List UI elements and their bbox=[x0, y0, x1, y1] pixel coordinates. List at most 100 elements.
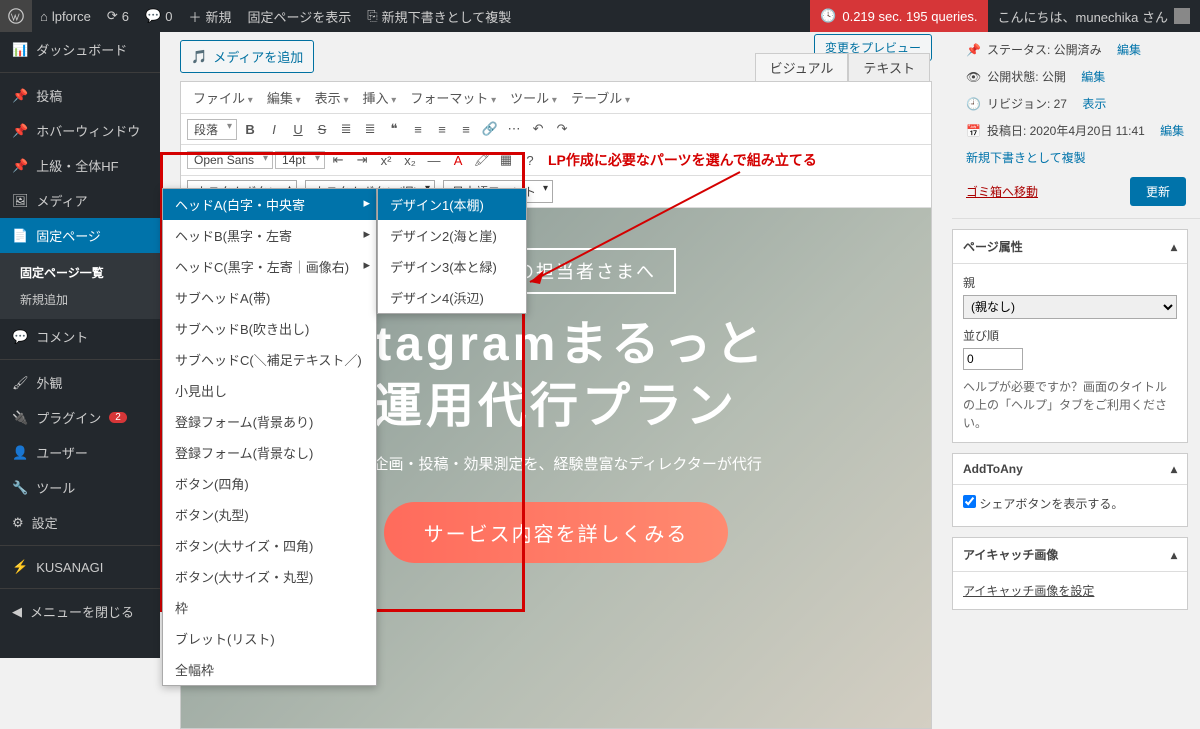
sidebar-sub-page-list[interactable]: 固定ページ一覧 bbox=[14, 259, 160, 286]
format-select[interactable]: 段落 bbox=[187, 119, 237, 140]
sidebar-item-hover[interactable]: 📌 ホバーウィンドウ bbox=[0, 113, 160, 148]
plugin-update-badge: 2 bbox=[109, 412, 127, 423]
visibility-edit-link[interactable]: 編集 bbox=[1081, 68, 1105, 85]
trash-link[interactable]: ゴミ箱へ移動 bbox=[966, 183, 1038, 200]
share-checkbox[interactable] bbox=[963, 495, 976, 508]
menu-format[interactable]: フォーマット bbox=[404, 86, 502, 109]
sidebar-item-comments[interactable]: 💬 コメント bbox=[0, 319, 160, 354]
align-left-button[interactable]: ≡ bbox=[407, 118, 429, 140]
sidebar-item-tools[interactable]: 🔧 ツール bbox=[0, 470, 160, 505]
query-monitor[interactable]: 🕓 0.219 sec. 195 queries. bbox=[810, 0, 987, 32]
menu-item[interactable]: 登録フォーム(背景なし) bbox=[163, 437, 376, 468]
bullist-button[interactable]: ≣ bbox=[335, 118, 357, 140]
sidebar-item-users[interactable]: 👤 ユーザー bbox=[0, 435, 160, 470]
sidebar-item-plugins[interactable]: 🔌 プラグイン 2 bbox=[0, 400, 160, 435]
view-page[interactable]: 固定ページを表示 bbox=[239, 0, 359, 32]
tab-text[interactable]: テキスト bbox=[848, 53, 930, 82]
howdy[interactable]: こんにちは、munechika さん bbox=[988, 7, 1200, 26]
submenu-item[interactable]: デザイン2(海と崖) bbox=[378, 220, 526, 251]
hero-cta[interactable]: サービス内容を詳しくみる bbox=[384, 502, 729, 563]
sidebar-item-pages[interactable]: 📄 固定ページ bbox=[0, 218, 160, 253]
menu-edit[interactable]: 編集 bbox=[261, 86, 307, 109]
page-attributes-toggle[interactable]: ページ属性▴ bbox=[953, 230, 1187, 264]
numlist-button[interactable]: ≣ bbox=[359, 118, 381, 140]
menu-item[interactable]: ボタン(丸型) bbox=[163, 499, 376, 530]
custom-button-menu: ヘッドA(白字・中央寄ヘッドB(黒字・左寄ヘッドC(黒字・左寄｜画像右)サブヘッ… bbox=[162, 188, 377, 686]
menu-item[interactable]: ボタン(四角) bbox=[163, 468, 376, 499]
revisions-link[interactable]: 表示 bbox=[1082, 95, 1106, 112]
sidebar-sub-page-new[interactable]: 新規追加 bbox=[14, 286, 160, 313]
menu-item[interactable]: ヘッドB(黒字・左寄 bbox=[163, 220, 376, 251]
menu-order-input[interactable] bbox=[963, 348, 1023, 370]
undo-button[interactable]: ↶ bbox=[527, 118, 549, 140]
sidebar-item-media[interactable]: 🖼 メディア bbox=[0, 183, 160, 218]
menu-item[interactable]: ヘッドC(黒字・左寄｜画像右) bbox=[163, 251, 376, 282]
sidebar-item-dashboard[interactable]: 📊 ダッシュボード bbox=[0, 32, 160, 67]
submenu-item[interactable]: デザイン4(浜辺) bbox=[378, 282, 526, 313]
strike-button[interactable]: S bbox=[311, 118, 333, 140]
menu-item[interactable]: 登録フォーム(背景あり) bbox=[163, 406, 376, 437]
menu-item[interactable]: 小見出し bbox=[163, 375, 376, 406]
date-edit-link[interactable]: 編集 bbox=[1160, 122, 1184, 139]
featured-image-toggle[interactable]: アイキャッチ画像▴ bbox=[953, 538, 1187, 572]
superscript-button[interactable]: x² bbox=[375, 149, 397, 171]
sidebar-item-kusanagi[interactable]: ⚡ KUSANAGI bbox=[0, 551, 160, 583]
submenu-item[interactable]: デザイン3(本と緑) bbox=[378, 251, 526, 282]
new-content[interactable]: ＋ 新規 bbox=[180, 0, 239, 32]
align-center-button[interactable]: ≡ bbox=[431, 118, 453, 140]
quote-button[interactable]: ❝ bbox=[383, 118, 405, 140]
forecolor-button[interactable]: A bbox=[447, 149, 469, 171]
menu-item[interactable]: 全幅枠 bbox=[163, 654, 376, 685]
menu-tools[interactable]: ツール bbox=[504, 86, 563, 109]
hr-button[interactable]: — bbox=[423, 149, 445, 171]
site-name[interactable]: ⌂ lpforce bbox=[32, 0, 99, 32]
menu-item[interactable]: 枠 bbox=[163, 592, 376, 623]
redo-button[interactable]: ↷ bbox=[551, 118, 573, 140]
comments-count[interactable]: 💬 0 bbox=[137, 0, 180, 32]
menu-insert[interactable]: 挿入 bbox=[356, 86, 402, 109]
align-right-button[interactable]: ≡ bbox=[455, 118, 477, 140]
bold-button[interactable]: B bbox=[239, 118, 261, 140]
sidebar-item-settings[interactable]: ⚙ 設定 bbox=[0, 505, 160, 540]
menu-item[interactable]: ボタン(大サイズ・丸型) bbox=[163, 561, 376, 592]
sidebar-item-appearance[interactable]: 🖌 外観 bbox=[0, 365, 160, 400]
menu-item[interactable]: ボタン(大サイズ・四角) bbox=[163, 530, 376, 561]
addtoany-toggle[interactable]: AddToAny▴ bbox=[953, 454, 1187, 485]
menu-item[interactable]: ヘッドA(白字・中央寄 bbox=[163, 189, 376, 220]
menu-file[interactable]: ファイル bbox=[187, 86, 259, 109]
editor-toolbar-1: 段落 B I U S ≣ ≣ ❝ ≡ ≡ ≡ 🔗 ⋯ ↶ ↷ bbox=[181, 114, 931, 145]
font-family-select[interactable]: Open Sans bbox=[187, 151, 273, 169]
outdent-button[interactable]: ⇤ bbox=[327, 149, 349, 171]
copy-draft-link[interactable]: 新規下書きとして複製 bbox=[966, 149, 1086, 166]
parent-select[interactable]: (親なし) bbox=[963, 295, 1177, 319]
menu-item[interactable]: サブヘッドB(吹き出し) bbox=[163, 313, 376, 344]
menu-table[interactable]: テーブル bbox=[565, 86, 636, 109]
font-size-select[interactable]: 14pt bbox=[275, 151, 325, 169]
submenu-item[interactable]: デザイン1(本棚) bbox=[378, 189, 526, 220]
status-edit-link[interactable]: 編集 bbox=[1117, 41, 1141, 58]
tab-visual[interactable]: ビジュアル bbox=[755, 53, 849, 82]
sidebar-item-hf[interactable]: 📌 上級・全体HF bbox=[0, 148, 160, 183]
update-button[interactable]: 更新 bbox=[1130, 177, 1186, 206]
add-media-button[interactable]: 🎵 メディアを追加 bbox=[180, 40, 314, 73]
indent-button[interactable]: ⇥ bbox=[351, 149, 373, 171]
editor-tabs: ビジュアル テキスト bbox=[755, 53, 930, 82]
addtoany-panel: AddToAny▴ シェアボタンを表示する。 bbox=[952, 453, 1188, 527]
updates[interactable]: ⟳ 6 bbox=[99, 0, 137, 32]
link-button[interactable]: 🔗 bbox=[479, 118, 501, 140]
wp-logo[interactable] bbox=[0, 0, 32, 32]
menu-item[interactable]: ブレット(リスト) bbox=[163, 623, 376, 654]
underline-button[interactable]: U bbox=[287, 118, 309, 140]
subscript-button[interactable]: x₂ bbox=[399, 149, 421, 171]
menu-view[interactable]: 表示 bbox=[309, 86, 355, 109]
italic-button[interactable]: I bbox=[263, 118, 285, 140]
sidebar-item-posts[interactable]: 📌 投稿 bbox=[0, 78, 160, 113]
sidebar-collapse[interactable]: ◀ メニューを閉じる bbox=[0, 594, 160, 629]
more-button[interactable]: ⋯ bbox=[503, 118, 525, 140]
backcolor-button[interactable]: 🖍 bbox=[471, 149, 493, 171]
copy-as-draft[interactable]: ⎘ 新規下書きとして複製 bbox=[359, 0, 519, 32]
status-row: 📌 ステータス: 公開済み 編集 bbox=[952, 36, 1200, 63]
menu-item[interactable]: サブヘッドA(帯) bbox=[163, 282, 376, 313]
set-featured-image-link[interactable]: アイキャッチ画像を設定 bbox=[963, 584, 1094, 598]
menu-item[interactable]: サブヘッドC(＼補足テキスト／) bbox=[163, 344, 376, 375]
